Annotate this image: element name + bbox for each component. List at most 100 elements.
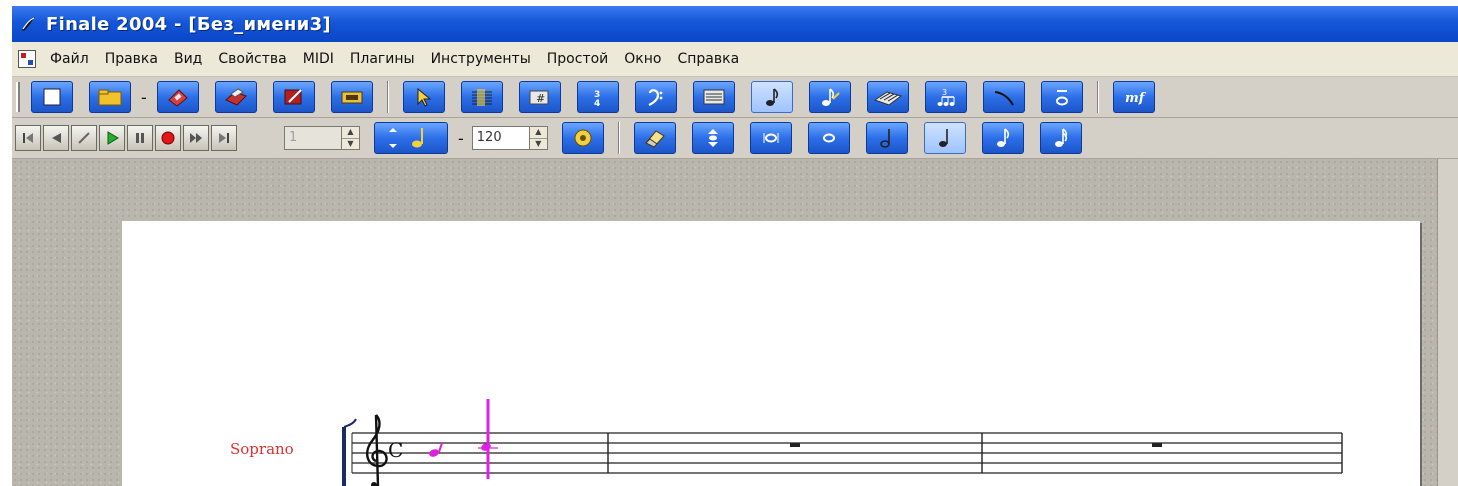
smart-shape-button[interactable]: [982, 81, 1025, 113]
selection-tool-button[interactable]: [402, 81, 445, 113]
fast-forward-button[interactable]: [183, 125, 209, 151]
stop-button[interactable]: [71, 125, 97, 151]
forward-to-end-button[interactable]: [211, 125, 237, 151]
tempo-spin-arrows[interactable]: ▲ ▼: [529, 126, 548, 150]
treble-clef-icon: [366, 414, 388, 486]
play-icon: [107, 131, 119, 145]
sixteenth-note-icon: [1054, 128, 1067, 147]
playback-settings-button[interactable]: [561, 122, 604, 154]
save-button[interactable]: [156, 81, 199, 113]
time-signature: C: [388, 438, 403, 462]
playback-settings-icon: [574, 129, 592, 147]
playback-controls: [14, 125, 238, 151]
measure-spin-arrows[interactable]: ▲ ▼: [342, 126, 360, 150]
measure-tool-icon: [341, 91, 363, 104]
half-note-button[interactable]: [865, 122, 908, 154]
print-icon: [224, 88, 247, 106]
quarter-note-button[interactable]: [923, 122, 966, 154]
measure-number-field[interactable]: 1: [284, 126, 342, 150]
key-signature-button[interactable]: #: [518, 81, 561, 113]
stop-icon: [78, 132, 90, 144]
pause-icon: [136, 133, 144, 143]
menu-view[interactable]: Вид: [166, 42, 210, 76]
menu-file[interactable]: Файл: [42, 42, 97, 76]
menu-window[interactable]: Окно: [616, 42, 669, 76]
toolbar-separator: [386, 81, 389, 113]
clef-button[interactable]: [634, 81, 677, 113]
menu-simple[interactable]: Простой: [539, 42, 617, 76]
fast-forward-icon: [190, 133, 202, 143]
selection-arrow-icon: [417, 87, 432, 107]
spin-down-icon[interactable]: ▼: [342, 139, 359, 150]
articulation-button[interactable]: [1040, 81, 1083, 113]
whole-rest-2[interactable]: [1152, 443, 1162, 447]
menu-properties[interactable]: Свойства: [210, 42, 294, 76]
quarter-note-icon: [938, 129, 948, 147]
svg-text:mf: mf: [1125, 91, 1147, 106]
document-control-icon[interactable]: [18, 50, 36, 68]
toolbar-separator: [617, 122, 620, 154]
eighth-note-button[interactable]: [981, 122, 1024, 154]
tempo-value-field[interactable]: 120: [471, 126, 530, 150]
measure-tool-button[interactable]: [330, 81, 373, 113]
rewind-start-icon: [23, 133, 33, 143]
hyperscribe-button[interactable]: [866, 81, 909, 113]
note-2-selected[interactable]: [478, 399, 498, 479]
key-signature-icon: #: [529, 90, 549, 105]
record-button[interactable]: [155, 125, 181, 151]
simple-entry-icon: [765, 88, 778, 106]
playback-toolbar: 1 ▲ ▼ - 120 ▲ ▼: [12, 118, 1458, 159]
expression-button[interactable]: mf: [1112, 81, 1155, 113]
toolbar-grip[interactable]: [16, 82, 20, 112]
score-page[interactable]: Soprano C: [122, 221, 1420, 486]
pause-button[interactable]: [127, 125, 153, 151]
page-layout-button[interactable]: [692, 81, 735, 113]
new-document-button[interactable]: [31, 81, 73, 113]
record-icon: [161, 131, 175, 145]
menu-midi[interactable]: MIDI: [295, 42, 342, 76]
articulation-icon: [1055, 90, 1068, 106]
eraser-icon: [644, 130, 665, 148]
breve-button[interactable]: [749, 122, 792, 154]
whole-rest-1[interactable]: [790, 443, 800, 447]
tuplet-button[interactable]: 3: [924, 81, 967, 113]
tempo-note-button[interactable]: [374, 122, 448, 154]
staff-edit-button[interactable]: [272, 81, 315, 113]
clef-icon: [648, 89, 663, 106]
staff-tool-button[interactable]: [460, 81, 503, 113]
open-button[interactable]: [89, 81, 131, 113]
tuplet-icon: 3: [937, 88, 955, 106]
finale-app-icon[interactable]: [18, 13, 40, 35]
rewind-button[interactable]: [43, 125, 69, 151]
toolbar-separator: [1096, 81, 1099, 113]
simple-entry-button[interactable]: [750, 81, 793, 113]
staff-notation[interactable]: C: [122, 221, 1420, 486]
toolbar-dash: -: [141, 87, 147, 107]
eraser-button[interactable]: [633, 122, 676, 154]
staff-edit-icon: [284, 89, 302, 105]
spin-down-icon[interactable]: ▼: [530, 139, 547, 150]
sixteenth-note-button[interactable]: [1039, 122, 1082, 154]
stepper-button[interactable]: [691, 122, 734, 154]
rewind-to-start-button[interactable]: [15, 125, 41, 151]
note-1[interactable]: [428, 442, 443, 458]
right-scroll-edge[interactable]: [1437, 159, 1458, 486]
menu-tools[interactable]: Инструменты: [423, 42, 539, 76]
speedy-entry-icon: [821, 88, 840, 106]
svg-text:4: 4: [594, 99, 600, 108]
speedy-entry-button[interactable]: [808, 81, 851, 113]
menu-edit[interactable]: Правка: [97, 42, 166, 76]
print-button[interactable]: [214, 81, 257, 113]
menu-plugins[interactable]: Плагины: [342, 42, 423, 76]
spin-up-icon[interactable]: ▲: [342, 127, 359, 139]
open-folder-icon: [98, 89, 122, 106]
spin-up-icon[interactable]: ▲: [529, 127, 547, 139]
time-signature-button[interactable]: 34: [576, 81, 619, 113]
whole-note-button[interactable]: [807, 122, 850, 154]
menu-help[interactable]: Справка: [669, 42, 747, 76]
play-button[interactable]: [99, 125, 125, 151]
score-workspace[interactable]: Soprano C: [12, 159, 1458, 486]
eighth-note-icon: [996, 128, 1009, 147]
title-bar[interactable]: Finale 2004 - [Без_имени3]: [12, 6, 1458, 42]
svg-text:3: 3: [942, 88, 947, 97]
